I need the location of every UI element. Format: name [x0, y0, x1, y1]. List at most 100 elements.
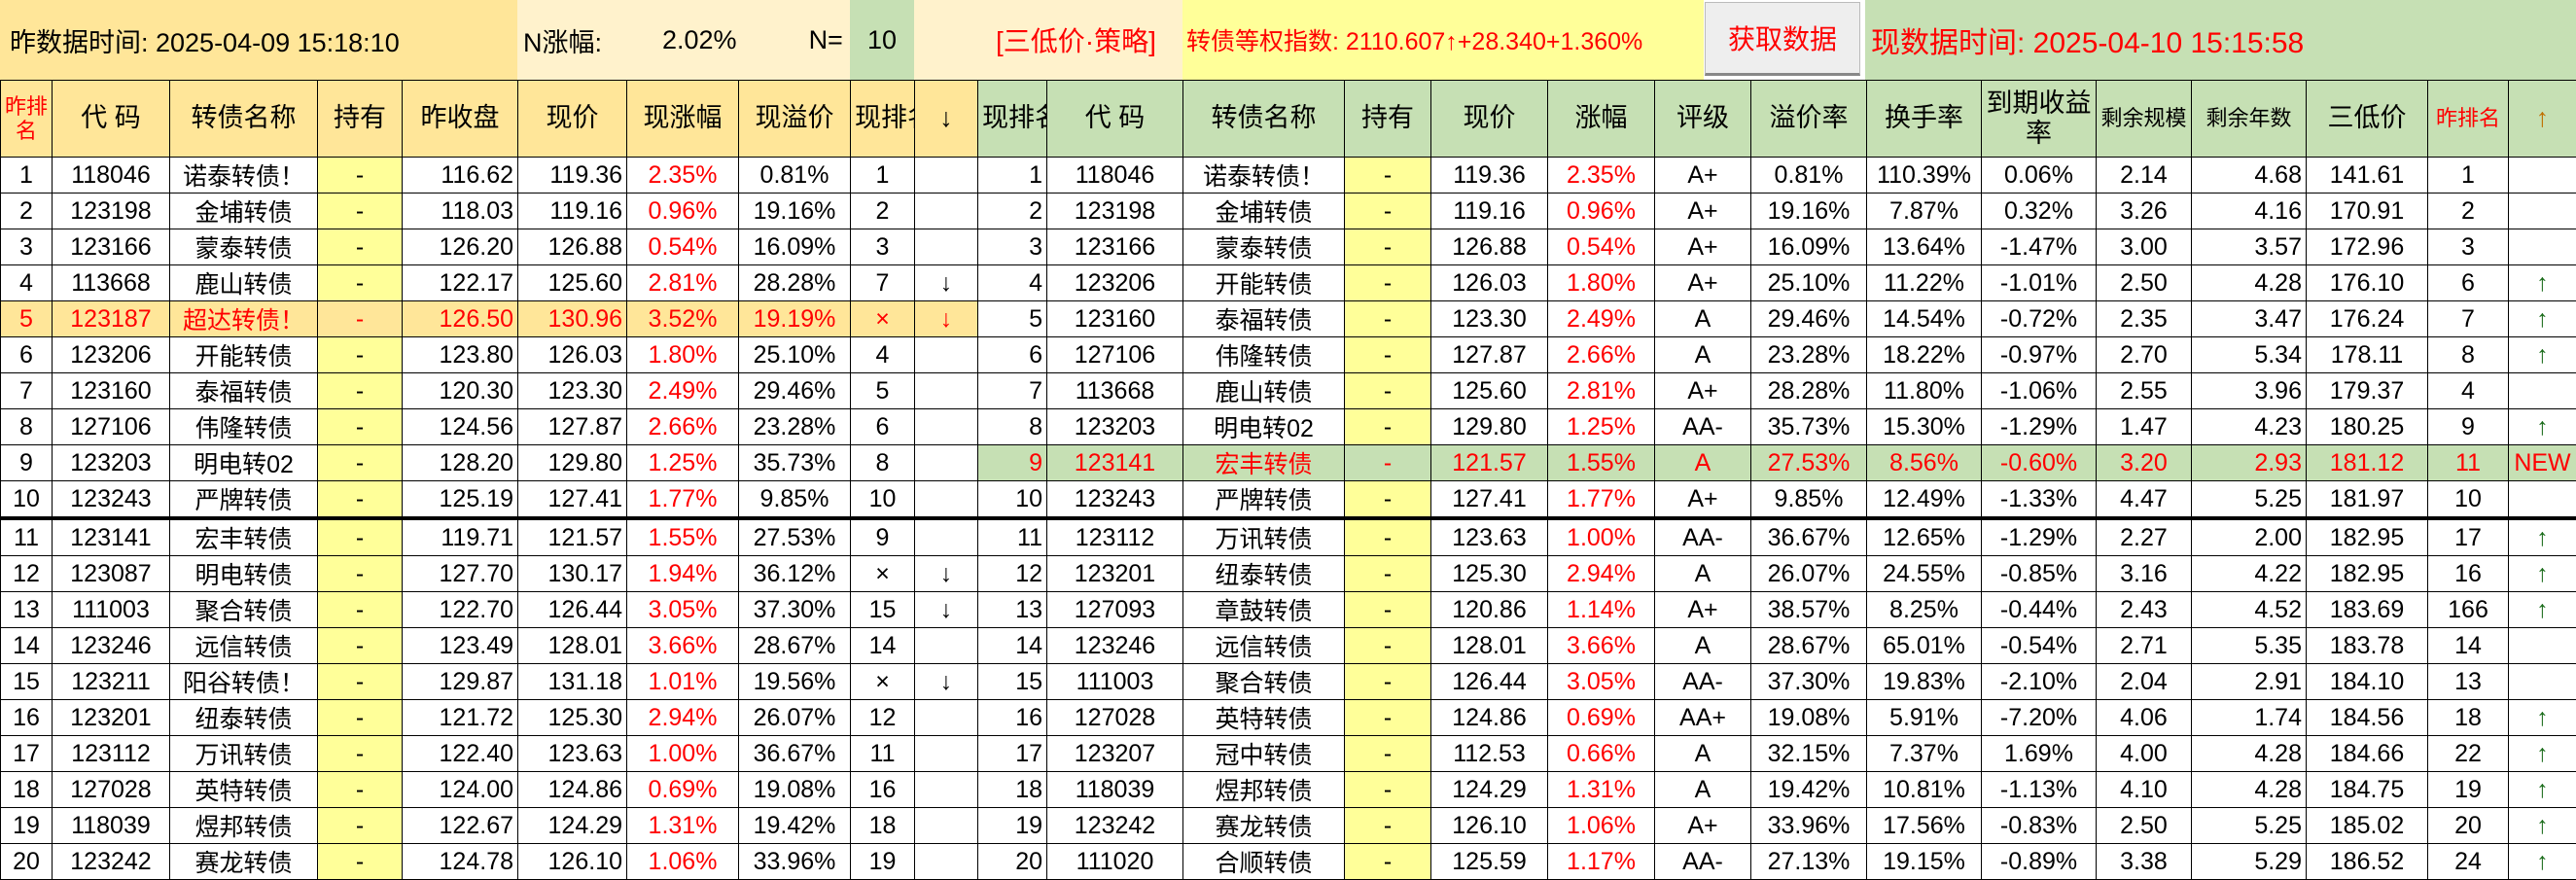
table-row[interactable]: 12123201纽泰转债-125.302.94%A26.07%24.55%-0.…	[978, 556, 2576, 592]
cell-trend: ↑	[2509, 736, 2576, 772]
table-row[interactable]: 10123243严牌转债-125.19127.411.77%9.85%10	[1, 481, 978, 519]
table-row[interactable]: 20111020合顺转债-125.591.17%AA-27.13%19.15%-…	[978, 844, 2576, 880]
cell-code: 123246	[53, 628, 170, 664]
cell-now-rank: 15	[978, 664, 1047, 700]
table-row[interactable]: 17123112万讯转债-122.40123.631.00%36.67%11	[1, 736, 978, 772]
fetch-data-button[interactable]: 获取数据	[1705, 2, 1860, 76]
table-row[interactable]: 19118039煜邦转债-122.67124.291.31%19.42%18	[1, 808, 978, 844]
cell-prev-close: 124.56	[403, 409, 518, 445]
table-row[interactable]: 1118046诺泰转债！-119.362.35%A+0.81%110.39%0.…	[978, 158, 2576, 194]
table-row[interactable]: 18127028英特转债-124.00124.860.69%19.08%16	[1, 772, 978, 808]
table-row[interactable]: 5123160泰福转债-123.302.49%A29.46%14.54%-0.7…	[978, 301, 2576, 337]
cell-premium-rate: 25.10%	[1751, 265, 1867, 301]
cell-now-rank: 5	[851, 373, 915, 409]
header-three-low-price[interactable]: 三低价	[2307, 81, 2428, 158]
table-row[interactable]: 17123207冠中转债-112.530.66%A32.15%7.37%1.69…	[978, 736, 2576, 772]
header-premium-rate[interactable]: 溢价率	[1751, 81, 1867, 158]
cell-premium: 33.96%	[739, 844, 851, 880]
cell-change: 1.25%	[1548, 409, 1655, 445]
cell-now-rank: 18	[851, 808, 915, 844]
header-turnover[interactable]: 换手率	[1867, 81, 1982, 158]
cell-hold: -	[1345, 409, 1431, 445]
table-row[interactable]: 12123087明电转债-127.70130.171.94%36.12%×↓	[1, 556, 978, 592]
header-price[interactable]: 现价	[1431, 81, 1548, 158]
table-row[interactable]: 13127093章鼓转债-120.861.14%A+38.57%8.25%-0.…	[978, 592, 2576, 628]
cell-trend: ↓	[915, 301, 978, 337]
cell-code: 123242	[53, 844, 170, 880]
header-rating[interactable]: 评级	[1655, 81, 1751, 158]
header-remaining-size[interactable]: 剩余规模	[2097, 81, 2192, 158]
table-row[interactable]: 14123246远信转债-128.013.66%A28.67%65.01%-0.…	[978, 628, 2576, 664]
cell-prev-close: 123.80	[403, 337, 518, 373]
table-row[interactable]: 5123187超达转债！-126.50130.963.52%19.19%×↓	[1, 301, 978, 337]
header-premium[interactable]: 现溢价	[739, 81, 851, 158]
table-row[interactable]: 9123141宏丰转债-121.571.55%A27.53%8.56%-0.60…	[978, 445, 2576, 481]
header-now-rank[interactable]: 现排名	[978, 81, 1047, 158]
header-prev-rank[interactable]: 昨排名	[2428, 81, 2509, 158]
cell-turnover: 7.37%	[1867, 736, 1982, 772]
table-row[interactable]: 8123203明电转02-129.801.25%AA-35.73%15.30%-…	[978, 409, 2576, 445]
cell-prev-close: 122.17	[403, 265, 518, 301]
n-value-cell[interactable]: 10	[850, 0, 914, 80]
cell-premium: 19.08%	[739, 772, 851, 808]
cell-prev-rank: 17	[1, 736, 53, 772]
table-row[interactable]: 10123243严牌转债-127.411.77%A+9.85%12.49%-1.…	[978, 481, 2576, 519]
cell-prev-rank: 7	[1, 373, 53, 409]
cell-bond-name: 赛龙转债	[1183, 808, 1345, 844]
table-row[interactable]: 6127106伟隆转债-127.872.66%A23.28%18.22%-0.9…	[978, 337, 2576, 373]
cell-change: 3.05%	[627, 592, 739, 628]
header-trend[interactable]: ↑	[2509, 81, 2576, 158]
header-ytm[interactable]: 到期收益率	[1982, 81, 2097, 158]
header-change[interactable]: 涨幅	[1548, 81, 1655, 158]
table-row[interactable]: 3123166蒙泰转债-126.880.54%A+16.09%13.64%-1.…	[978, 229, 2576, 265]
header-bond-name[interactable]: 转债名称	[1183, 81, 1345, 158]
cell-rating: AA-	[1655, 844, 1751, 880]
header-change[interactable]: 现涨幅	[627, 81, 739, 158]
table-row[interactable]: 9123203明电转02-128.20129.801.25%35.73%8	[1, 445, 978, 481]
table-row[interactable]: 4113668鹿山转债-122.17125.602.81%28.28%7↓	[1, 265, 978, 301]
cell-bond-name: 鹿山转债	[1183, 373, 1345, 409]
cell-code: 123198	[1047, 194, 1183, 229]
table-row[interactable]: 15111003聚合转债-126.443.05%AA-37.30%19.83%-…	[978, 664, 2576, 700]
table-row[interactable]: 8127106伟隆转债-124.56127.872.66%23.28%6	[1, 409, 978, 445]
table-row[interactable]: 19123242赛龙转债-126.101.06%A+33.96%17.56%-0…	[978, 808, 2576, 844]
header-trend[interactable]: ↓	[915, 81, 978, 158]
cell-remaining-years: 3.96	[2192, 373, 2307, 409]
table-row[interactable]: 16127028英特转债-124.860.69%AA+19.08%5.91%-7…	[978, 700, 2576, 736]
cell-premium-rate: 35.73%	[1751, 409, 1867, 445]
table-row[interactable]: 6123206开能转债-123.80126.031.80%25.10%4	[1, 337, 978, 373]
cell-now-rank: 19	[978, 808, 1047, 844]
table-row[interactable]: 11123141宏丰转债-119.71121.571.55%27.53%9	[1, 518, 978, 556]
header-now-rank[interactable]: 现排名	[851, 81, 915, 158]
header-bond-name[interactable]: 转债名称	[170, 81, 318, 158]
table-row[interactable]: 20123242赛龙转债-124.78126.101.06%33.96%19	[1, 844, 978, 880]
table-row[interactable]: 18118039煜邦转债-124.291.31%A19.42%10.81%-1.…	[978, 772, 2576, 808]
table-row[interactable]: 1118046诺泰转债！-116.62119.362.35%0.81%1	[1, 158, 978, 194]
header-price[interactable]: 现价	[518, 81, 627, 158]
cell-change: 2.35%	[1548, 158, 1655, 194]
cell-prev-rank: 4	[1, 265, 53, 301]
header-hold[interactable]: 持有	[318, 81, 403, 158]
cell-price: 127.87	[518, 409, 627, 445]
table-row[interactable]: 13111003聚合转债-122.70126.443.05%37.30%15↓	[1, 592, 978, 628]
table-row[interactable]: 11123112万讯转债-123.631.00%AA-36.67%12.65%-…	[978, 518, 2576, 556]
header-prev-close[interactable]: 昨收盘	[403, 81, 518, 158]
header-prev-rank[interactable]: 昨排名	[1, 81, 53, 158]
cell-price: 119.36	[518, 158, 627, 194]
cell-prev-close: 127.70	[403, 556, 518, 592]
table-row[interactable]: 2123198金埔转债-118.03119.160.96%19.16%2	[1, 194, 978, 229]
table-row[interactable]: 16123201纽泰转债-121.72125.302.94%26.07%12	[1, 700, 978, 736]
header-code[interactable]: 代 码	[53, 81, 170, 158]
table-row[interactable]: 2123198金埔转债-119.160.96%A+19.16%7.87%0.32…	[978, 194, 2576, 229]
cell-change: 1.94%	[627, 556, 739, 592]
header-remaining-years[interactable]: 剩余年数	[2192, 81, 2307, 158]
table-row[interactable]: 7113668鹿山转债-125.602.81%A+28.28%11.80%-1.…	[978, 373, 2576, 409]
header-code[interactable]: 代 码	[1047, 81, 1183, 158]
header-hold[interactable]: 持有	[1345, 81, 1431, 158]
cell-bond-name: 英特转债	[1183, 700, 1345, 736]
table-row[interactable]: 7123160泰福转债-120.30123.302.49%29.46%5	[1, 373, 978, 409]
table-row[interactable]: 3123166蒙泰转债-126.20126.880.54%16.09%3	[1, 229, 978, 265]
table-row[interactable]: 14123246远信转债-123.49128.013.66%28.67%14	[1, 628, 978, 664]
table-row[interactable]: 4123206开能转债-126.031.80%A+25.10%11.22%-1.…	[978, 265, 2576, 301]
table-row[interactable]: 15123211阳谷转债！-129.87131.181.01%19.56%×↓	[1, 664, 978, 700]
